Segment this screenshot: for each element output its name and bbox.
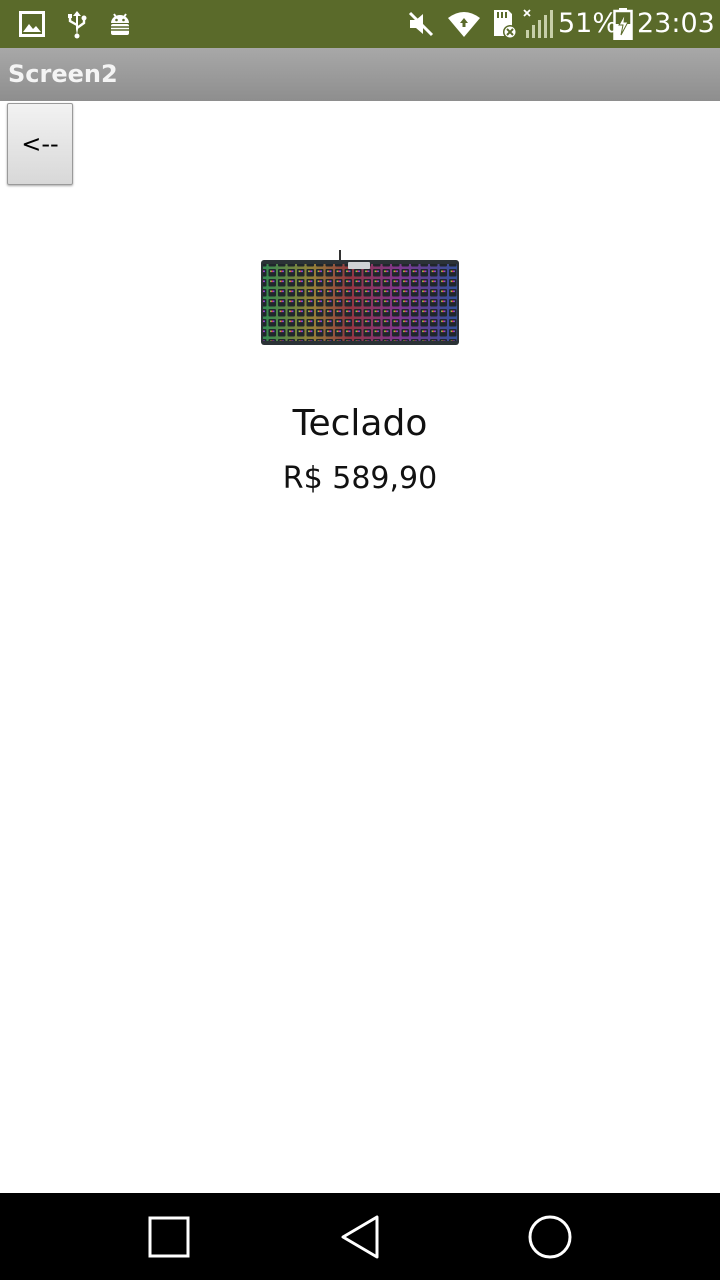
- home-icon[interactable]: [526, 1213, 574, 1261]
- title-bar: Screen2: [0, 48, 720, 101]
- battery-charging-icon: [612, 8, 634, 40]
- status-bar: 51% 23:03: [0, 0, 720, 48]
- product-name: Teclado: [292, 403, 428, 444]
- sd-card-icon: [490, 8, 520, 40]
- signal-icon: [522, 8, 554, 40]
- back-button[interactable]: <--: [7, 103, 73, 185]
- page-title: Screen2: [8, 60, 118, 88]
- product-price: R$ 589,90: [282, 461, 438, 496]
- battery-percent: 51%: [558, 8, 619, 39]
- usb-icon: [64, 8, 90, 40]
- wifi-icon: [446, 8, 482, 40]
- keyboard-image: [258, 248, 462, 348]
- android-debug-icon: [106, 8, 134, 40]
- mute-icon: [406, 8, 436, 40]
- gallery-icon: [18, 8, 46, 40]
- back-icon[interactable]: [336, 1213, 384, 1261]
- clock: 23:03: [637, 8, 715, 39]
- recents-icon[interactable]: [145, 1213, 193, 1261]
